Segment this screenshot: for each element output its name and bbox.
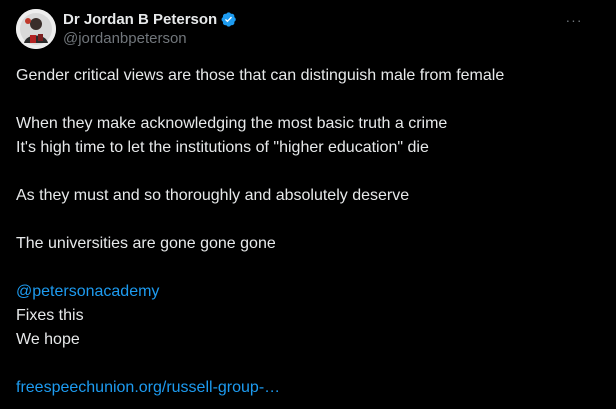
mention-link[interactable]: @petersonacademy bbox=[16, 280, 600, 304]
tweet-paragraph-5-line-2: We hope bbox=[16, 331, 80, 348]
tweet-paragraph-2-line-2: It's high time to let the institutions o… bbox=[16, 139, 429, 156]
tweet-paragraph-5-line-1: Fixes this bbox=[16, 307, 84, 324]
display-name[interactable]: Dr Jordan B Peterson bbox=[63, 11, 217, 28]
author-handle[interactable]: @jordanbpeterson bbox=[63, 30, 237, 47]
author-names: Dr Jordan B Peterson @jordanbpeterson bbox=[63, 9, 237, 47]
url-link[interactable]: freespeechunion.org/russell-group-… bbox=[16, 376, 600, 400]
avatar[interactable] bbox=[16, 9, 56, 49]
more-options-icon[interactable]: ··· bbox=[562, 12, 586, 28]
tweet-text: Gender critical views are those that can… bbox=[16, 64, 600, 400]
tweet-paragraph-4: The universities are gone gone gone bbox=[16, 235, 276, 252]
tweet-paragraph-2-line-1: When they make acknowledging the most ba… bbox=[16, 115, 448, 132]
avatar-image bbox=[16, 9, 56, 49]
tweet: Dr Jordan B Peterson @jordanbpeterson ··… bbox=[0, 0, 616, 409]
tweet-paragraph-3: As they must and so thoroughly and absol… bbox=[16, 187, 410, 204]
display-name-row: Dr Jordan B Peterson bbox=[63, 9, 237, 29]
tweet-header: Dr Jordan B Peterson @jordanbpeterson ··… bbox=[16, 8, 600, 50]
verified-badge-icon bbox=[221, 11, 236, 27]
tweet-paragraph-1: Gender critical views are those that can… bbox=[16, 67, 505, 84]
